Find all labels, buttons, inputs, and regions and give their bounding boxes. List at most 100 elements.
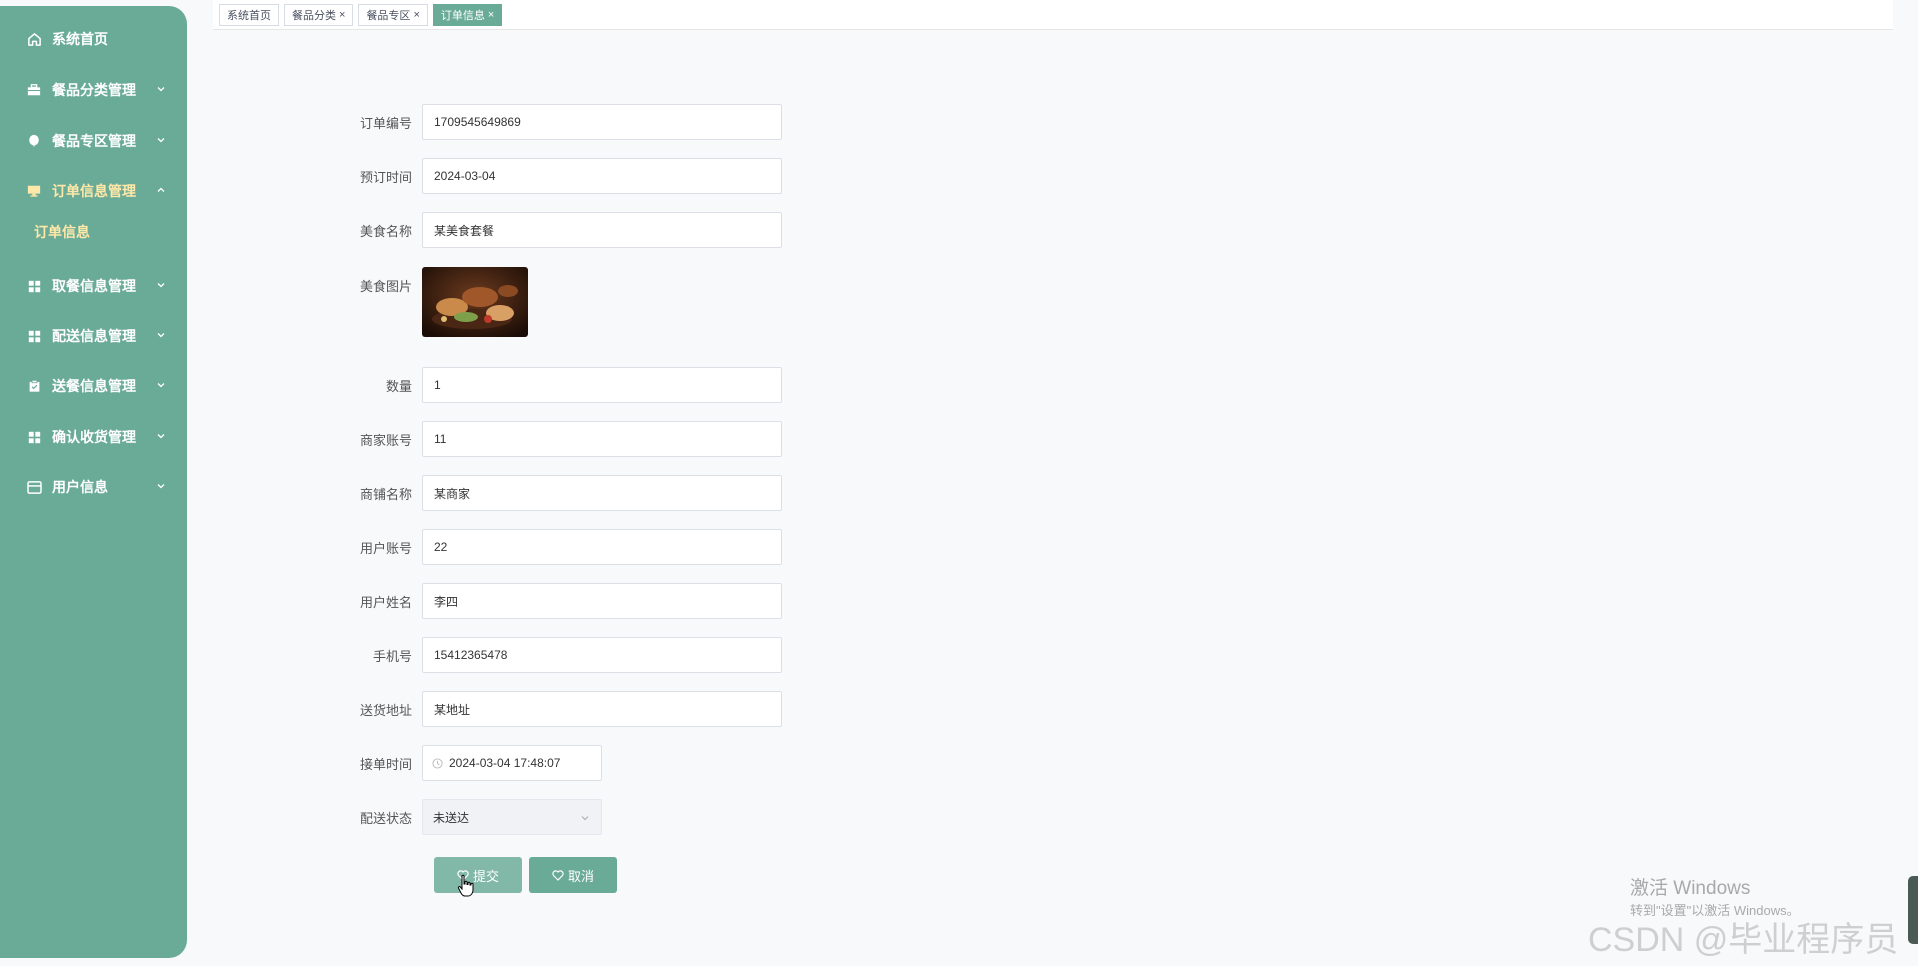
sidebar-item-label: 确认收货管理 bbox=[52, 429, 136, 445]
sidebar-item-label: 餐品专区管理 bbox=[52, 133, 136, 149]
sidebar-item-category[interactable]: 餐品分类管理 bbox=[0, 70, 187, 110]
clock-icon bbox=[432, 757, 443, 769]
tab-label: 餐品专区 bbox=[366, 9, 411, 22]
close-icon[interactable]: × bbox=[413, 9, 419, 21]
field-label: 商铺名称 bbox=[359, 486, 412, 502]
form-row-phone: 手机号 15412365478 bbox=[330, 637, 782, 673]
user-name-input[interactable]: 李四 bbox=[422, 583, 782, 619]
home-icon bbox=[26, 31, 42, 47]
sidebar-item-zone[interactable]: 餐品专区管理 bbox=[0, 121, 187, 161]
hand-cursor-icon bbox=[457, 874, 475, 903]
order-no-input[interactable]: 1709545649869 bbox=[422, 104, 782, 140]
tab-bar: 系统首页 餐品分类 × 餐品专区 × 订单信息 × bbox=[213, 0, 1893, 30]
briefcase-icon bbox=[26, 82, 42, 98]
sidebar-item-dispatch[interactable]: 配送信息管理 bbox=[0, 316, 187, 356]
sidebar-item-users[interactable]: 用户信息 bbox=[0, 467, 187, 507]
field-label: 用户姓名 bbox=[359, 594, 412, 610]
form-row-food-image: 美食图片 bbox=[330, 267, 528, 337]
sidebar: 系统首页 餐品分类管理 餐品专区管理 订单信息管理 订单信息 取餐信息管理 配送… bbox=[0, 6, 187, 958]
tab-zone[interactable]: 餐品专区 × bbox=[358, 3, 428, 26]
form-row-shop-name: 商铺名称 某商家 bbox=[330, 475, 782, 511]
field-label: 送货地址 bbox=[359, 702, 412, 718]
tab-label: 餐品分类 bbox=[292, 9, 336, 22]
form-row-quantity: 数量 1 bbox=[330, 367, 782, 403]
sidebar-subitem-order-info[interactable]: 订单信息 bbox=[0, 214, 187, 250]
sidebar-item-receipt[interactable]: 确认收货管理 bbox=[0, 417, 187, 457]
form-row-book-time: 预订时间 2024-03-04 bbox=[330, 158, 782, 194]
sidebar-item-delivery[interactable]: 送餐信息管理 bbox=[0, 366, 187, 406]
form-row-accept-time: 接单时间 2024-03-04 17:48:07 bbox=[330, 745, 602, 781]
accept-time-value: 2024-03-04 17:48:07 bbox=[449, 756, 561, 770]
grid-icon bbox=[26, 328, 42, 344]
submit-label: 提交 bbox=[472, 868, 499, 884]
grid-icon bbox=[26, 278, 42, 294]
user-account-input[interactable]: 22 bbox=[422, 529, 782, 565]
card-icon bbox=[26, 479, 42, 495]
delivery-status-select[interactable]: 未送达 bbox=[422, 799, 602, 835]
shop-name-input[interactable]: 某商家 bbox=[422, 475, 782, 511]
chevron-up-icon bbox=[157, 187, 165, 192]
chevron-down-icon bbox=[157, 138, 165, 143]
chevron-down-icon bbox=[157, 333, 165, 338]
cancel-button[interactable]: 取消 bbox=[529, 857, 617, 893]
accept-time-picker[interactable]: 2024-03-04 17:48:07 bbox=[422, 745, 602, 781]
close-icon[interactable]: × bbox=[488, 9, 494, 21]
field-label: 数量 bbox=[385, 378, 412, 394]
chevron-down-icon bbox=[157, 383, 165, 388]
clipboard-icon bbox=[26, 378, 42, 394]
field-label: 订单编号 bbox=[359, 115, 412, 131]
chevron-down-icon bbox=[157, 484, 165, 489]
balloon-icon bbox=[26, 133, 42, 149]
tab-category[interactable]: 餐品分类 × bbox=[284, 3, 354, 26]
field-label: 商家账号 bbox=[359, 432, 412, 448]
address-input[interactable]: 某地址 bbox=[422, 691, 782, 727]
submit-button[interactable]: 提交 bbox=[434, 857, 522, 893]
chevron-down-icon bbox=[157, 283, 165, 288]
chevron-down-icon bbox=[157, 434, 165, 439]
quantity-input[interactable]: 1 bbox=[422, 367, 782, 403]
tab-home[interactable]: 系统首页 bbox=[219, 3, 279, 26]
sidebar-item-label: 用户信息 bbox=[52, 479, 108, 495]
food-image[interactable] bbox=[422, 267, 528, 337]
field-label: 美食图片 bbox=[359, 279, 412, 294]
form-row-user-account: 用户账号 22 bbox=[330, 529, 782, 565]
phone-input[interactable]: 15412365478 bbox=[422, 637, 782, 673]
tab-order-info[interactable]: 订单信息 × bbox=[432, 3, 503, 26]
monitor-icon bbox=[26, 183, 42, 199]
tab-label: 订单信息 bbox=[440, 9, 485, 22]
chevron-down-icon bbox=[581, 816, 589, 821]
form-row-food-name: 美食名称 某美食套餐 bbox=[330, 212, 782, 248]
book-time-input[interactable]: 2024-03-04 bbox=[422, 158, 782, 194]
sidebar-item-label: 餐品分类管理 bbox=[52, 82, 136, 98]
chevron-down-icon bbox=[157, 87, 165, 92]
field-label: 美食名称 bbox=[359, 223, 412, 239]
sidebar-item-label: 配送信息管理 bbox=[52, 328, 136, 344]
field-label: 用户账号 bbox=[359, 540, 412, 556]
form-row-user-name: 用户姓名 李四 bbox=[330, 583, 782, 619]
sidebar-item-orders[interactable]: 订单信息管理 bbox=[0, 171, 187, 211]
sidebar-item-home[interactable]: 系统首页 bbox=[0, 19, 187, 59]
close-icon[interactable]: × bbox=[339, 9, 345, 21]
sidebar-item-label: 取餐信息管理 bbox=[52, 278, 136, 294]
grid-icon bbox=[26, 429, 42, 445]
form-row-order-no: 订单编号 1709545649869 bbox=[330, 104, 782, 140]
sidebar-item-label: 送餐信息管理 bbox=[52, 378, 136, 394]
field-label: 预订时间 bbox=[359, 169, 412, 185]
edge-widget[interactable] bbox=[1908, 876, 1918, 944]
form-row-merchant-account: 商家账号 11 bbox=[330, 421, 782, 457]
cancel-label: 取消 bbox=[567, 868, 594, 884]
form-row-delivery-status: 配送状态 未送达 bbox=[330, 799, 602, 835]
food-name-input[interactable]: 某美食套餐 bbox=[422, 212, 782, 248]
sidebar-item-label: 订单信息管理 bbox=[52, 183, 136, 199]
field-label: 配送状态 bbox=[359, 810, 412, 826]
merchant-account-input[interactable]: 11 bbox=[422, 421, 782, 457]
sidebar-item-label: 系统首页 bbox=[52, 31, 108, 47]
windows-activation-title: 激活 Windows bbox=[1630, 878, 1751, 899]
heart-icon bbox=[552, 869, 564, 881]
sidebar-item-pickup[interactable]: 取餐信息管理 bbox=[0, 266, 187, 306]
field-label: 接单时间 bbox=[359, 756, 412, 772]
delivery-status-value: 未送达 bbox=[433, 810, 470, 825]
field-label: 手机号 bbox=[372, 648, 412, 664]
form-row-address: 送货地址 某地址 bbox=[330, 691, 782, 727]
csdn-watermark: CSDN @毕业程序员 bbox=[1588, 921, 1899, 959]
